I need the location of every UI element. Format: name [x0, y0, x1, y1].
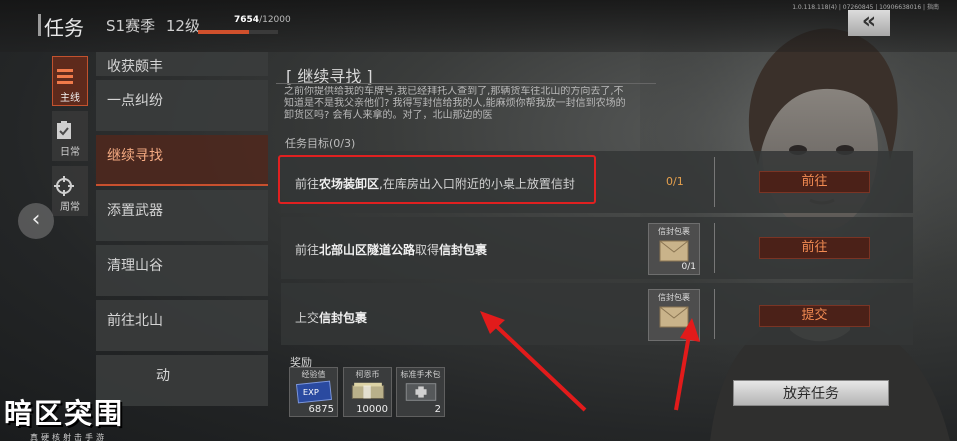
reward-exp[interactable]: 经验值 EXP 6875: [289, 367, 338, 417]
divider: [714, 223, 715, 273]
quest-item[interactable]: 一点纠纷: [96, 80, 268, 131]
tab-main-quest[interactable]: 主线: [52, 56, 88, 106]
item-label: 信封包裹: [658, 293, 690, 302]
objective-text: 前往北部山区隧道公路取得信封包裹: [295, 241, 487, 258]
objective-row: 前往北部山区隧道公路取得信封包裹 信封包裹 0/1 前往: [281, 217, 913, 279]
logo-title: 暗区突围: [4, 397, 125, 430]
cash-stack-icon: [351, 382, 385, 399]
quest-item[interactable]: 添置武器: [96, 190, 268, 241]
envelope-package-slot[interactable]: 信封包裹 0/1: [648, 223, 700, 275]
divider: [276, 83, 656, 84]
reward-medkit[interactable]: 标准手术包 2: [396, 367, 445, 417]
list-icon: [57, 69, 73, 84]
submit-button[interactable]: 提交: [759, 305, 870, 327]
tab-label: 日常: [60, 147, 80, 158]
xp-progress-bar: [198, 30, 278, 34]
objective-progress: 0/1: [666, 175, 684, 188]
xp-current: 7654: [234, 15, 260, 25]
top-bar: 任务 S1赛季 12级 7654/12000 1.0.118.118(4) | …: [0, 0, 957, 52]
divider: [714, 289, 715, 339]
objective-suffix: 取得: [415, 243, 440, 257]
season-label: S1赛季: [106, 17, 156, 35]
objectives-header: 任务目标(0/3): [285, 137, 356, 150]
objective-text: 上交信封包裹: [295, 309, 367, 326]
xp-max: /12000: [259, 15, 291, 25]
reward-name: 标准手术包: [400, 370, 441, 379]
medkit-icon: [405, 383, 437, 401]
tab-label: 周常: [60, 202, 80, 213]
game-logo-watermark: 暗区突围 真硬核射击手游: [4, 392, 154, 441]
quest-description: 之前你提供给我的车牌号,我已经拜托人查到了,那辆货车往北山的方向去了,不知道是不…: [284, 86, 626, 121]
abandon-quest-button[interactable]: 放弃任务: [733, 380, 889, 406]
tab-daily[interactable]: 日常: [52, 111, 88, 161]
reward-value: 2: [434, 404, 441, 415]
exp-card-icon: EXP: [296, 380, 332, 404]
title-accent: [38, 14, 41, 36]
objective-item: 信封包裹: [319, 311, 368, 325]
page-title: 任务: [44, 16, 84, 40]
crosshair-icon: [54, 176, 74, 196]
envelope-package-icon: [659, 306, 689, 328]
item-count: 0/1: [681, 262, 696, 272]
xp-readout: 7654/12000: [234, 15, 291, 25]
reward-name: 经验值: [301, 370, 326, 379]
highlight-box: [278, 155, 596, 204]
objective-prefix: 前往: [295, 243, 320, 257]
reward-value: 6875: [308, 404, 334, 415]
objective-location: 北部山区隧道公路: [319, 243, 416, 257]
reward-name: 柯恩币: [355, 370, 380, 379]
quest-item[interactable]: 前往北山: [96, 300, 268, 351]
item-label: 信封包裹: [658, 227, 690, 236]
go-button[interactable]: 前往: [759, 171, 870, 193]
objective-item: 信封包裹: [439, 243, 488, 257]
quest-list: 收获颇丰 一点纠纷 继续寻找 添置武器 清理山谷 前往北山 动: [96, 52, 268, 441]
tab-weekly[interactable]: 周常: [52, 166, 88, 216]
objective-prefix: 上交: [295, 311, 320, 325]
back-button[interactable]: «: [848, 10, 890, 36]
season-level: S1赛季 12级: [106, 15, 200, 36]
envelope-package-slot[interactable]: 信封包裹: [648, 289, 700, 341]
envelope-package-icon: [659, 240, 689, 262]
quest-item[interactable]: 收获颇丰: [96, 52, 268, 76]
quest-item[interactable]: 清理山谷: [96, 245, 268, 296]
exp-icon-text: EXP: [303, 387, 319, 397]
logo-subtitle: 真硬核射击手游: [30, 433, 107, 441]
objective-row: 上交信封包裹 信封包裹 提交: [281, 283, 913, 345]
tab-label: 主线: [60, 93, 80, 104]
xp-progress-fill: [198, 30, 250, 34]
reward-value: 10000: [356, 404, 388, 415]
go-button[interactable]: 前往: [759, 237, 870, 259]
level-label: 12级: [165, 17, 200, 35]
quest-item-active[interactable]: 继续寻找: [96, 135, 268, 186]
divider: [714, 157, 715, 207]
clipboard-icon: [57, 121, 71, 139]
collapse-arrow-button[interactable]: ‹: [18, 203, 54, 239]
reward-currency[interactable]: 柯恩币 10000: [343, 367, 392, 417]
